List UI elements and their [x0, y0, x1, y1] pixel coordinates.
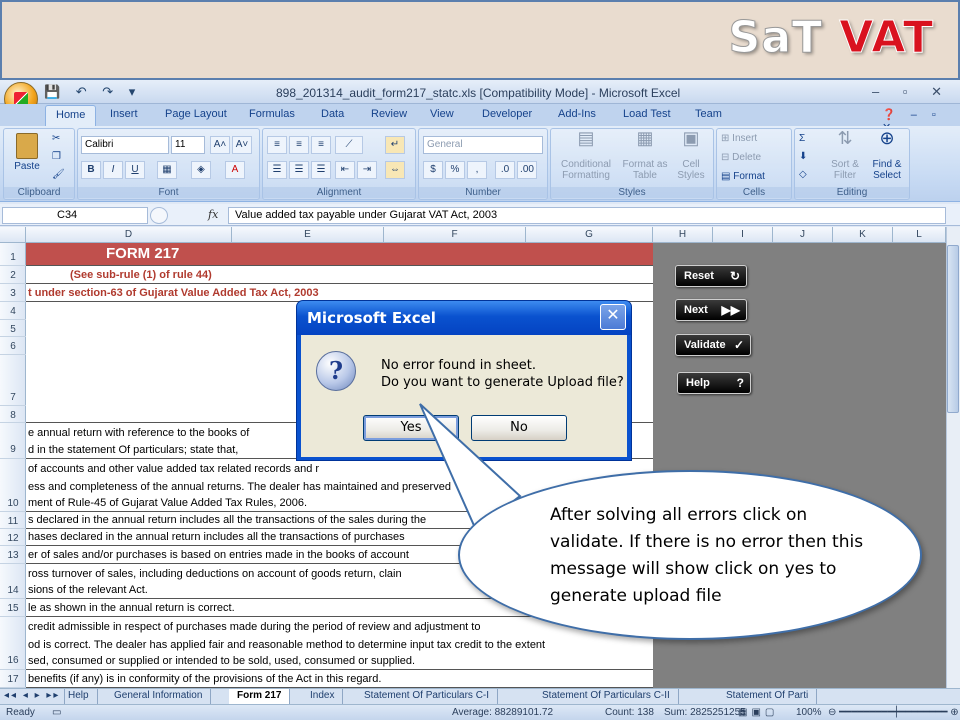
callout-text: After solving all errors click on valida… — [550, 505, 864, 606]
